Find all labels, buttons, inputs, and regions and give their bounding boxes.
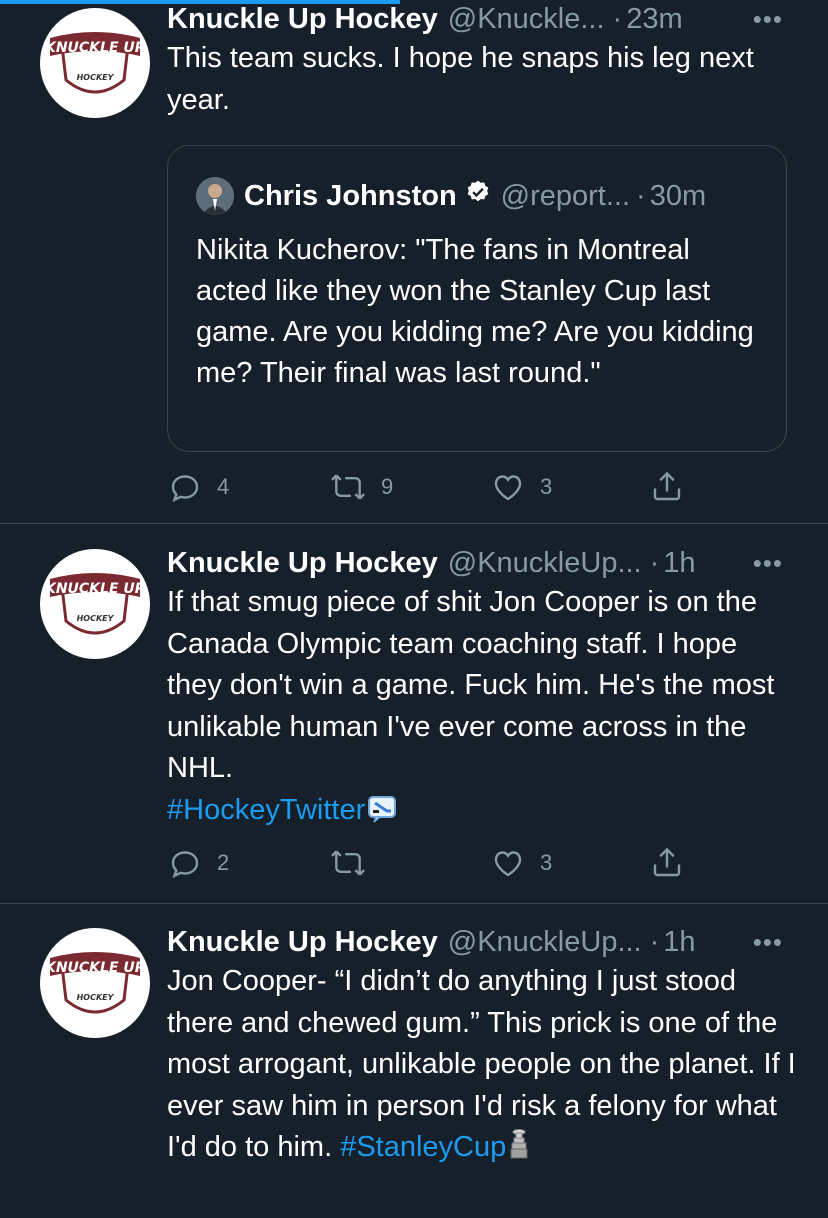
avatar-sub-text: HOCKEY bbox=[77, 993, 115, 1002]
retweet-icon bbox=[331, 850, 365, 876]
avatar-logo-text: KNUCKLE UP bbox=[45, 960, 146, 976]
retweet-button[interactable]: 9 bbox=[329, 469, 393, 505]
retweet-count: 9 bbox=[381, 474, 394, 499]
user-handle[interactable]: @KnuckleUp... bbox=[448, 923, 642, 961]
verified-badge-icon bbox=[465, 179, 491, 213]
tweet-header: Knuckle Up Hockey @KnuckleUp... · 1h ••• bbox=[167, 923, 797, 961]
retweet-button[interactable] bbox=[329, 845, 381, 881]
user-handle[interactable]: @Knuckle... bbox=[448, 0, 605, 38]
knuckle-up-logo: KNUCKLE UP HOCKEY bbox=[45, 32, 146, 94]
knuckle-up-logo: KNUCKLE UP HOCKEY bbox=[45, 573, 146, 635]
quoted-user-handle: @report... bbox=[500, 179, 631, 212]
tweet-text: If that smug piece of shit Jon Cooper is… bbox=[167, 586, 775, 784]
share-icon bbox=[653, 471, 681, 501]
heart-icon bbox=[494, 851, 522, 877]
reply-icon bbox=[171, 475, 199, 503]
quoted-timestamp: 30m bbox=[649, 179, 707, 212]
hockey-emoji-icon bbox=[367, 794, 397, 836]
separator-dot: · bbox=[649, 547, 660, 579]
share-button[interactable] bbox=[649, 469, 685, 505]
display-name[interactable]: Knuckle Up Hockey bbox=[167, 0, 438, 38]
tweet-actions: 4 9 3 bbox=[167, 469, 687, 509]
avatar[interactable]: KNUCKLE UP HOCKEY bbox=[40, 549, 150, 659]
tweet-text: This team sucks. I hope he snaps his leg… bbox=[167, 42, 754, 116]
tweet-actions: 2 3 bbox=[167, 845, 687, 885]
more-options-icon[interactable]: ••• bbox=[753, 544, 797, 582]
retweet-icon bbox=[331, 474, 365, 500]
divider bbox=[0, 903, 828, 904]
heart-icon bbox=[494, 475, 522, 501]
avatar[interactable]: KNUCKLE UP HOCKEY bbox=[40, 928, 150, 1038]
display-name[interactable]: Knuckle Up Hockey bbox=[167, 923, 438, 961]
quoted-tweet[interactable]: Chris Johnston @report... · 30m Nikita K… bbox=[167, 145, 787, 452]
separator-dot: · bbox=[612, 3, 623, 35]
reply-button[interactable]: 2 bbox=[167, 845, 229, 881]
quoted-display-name: Chris Johnston bbox=[244, 179, 457, 212]
reply-count: 4 bbox=[217, 474, 230, 499]
avatar-logo-text: KNUCKLE UP bbox=[45, 581, 146, 597]
avatar-sub-text: HOCKEY bbox=[77, 73, 115, 82]
reply-button[interactable]: 4 bbox=[167, 469, 229, 505]
share-icon bbox=[653, 847, 681, 877]
more-options-icon[interactable]: ••• bbox=[753, 923, 797, 961]
tweet-text-block: If that smug piece of shit Jon Cooper is… bbox=[167, 582, 797, 835]
avatar-logo-text: KNUCKLE UP bbox=[45, 40, 146, 56]
divider bbox=[0, 523, 828, 524]
like-button[interactable]: 3 bbox=[490, 469, 552, 505]
reply-count: 2 bbox=[217, 850, 230, 875]
knuckle-up-logo: KNUCKLE UP HOCKEY bbox=[45, 952, 146, 1014]
tweet-header: Knuckle Up Hockey @KnuckleUp... · 1h ••• bbox=[167, 544, 797, 582]
hashtag-link[interactable]: #HockeyTwitter bbox=[167, 794, 365, 826]
stanley-cup-emoji-icon bbox=[508, 1128, 530, 1173]
like-count: 3 bbox=[540, 474, 553, 499]
timestamp[interactable]: 23m bbox=[626, 0, 682, 38]
user-handle[interactable]: @KnuckleUp... bbox=[448, 544, 642, 582]
separator-dot: · bbox=[636, 179, 646, 212]
display-name[interactable]: Knuckle Up Hockey bbox=[167, 544, 438, 582]
like-count: 3 bbox=[540, 850, 553, 875]
avatar-sub-text: HOCKEY bbox=[77, 614, 115, 623]
timestamp[interactable]: 1h bbox=[663, 544, 695, 582]
more-options-icon[interactable]: ••• bbox=[753, 0, 797, 38]
tweet-header: Knuckle Up Hockey @Knuckle... · 23m ••• bbox=[167, 0, 797, 38]
reply-icon bbox=[171, 851, 199, 879]
tweet-text-block: Jon Cooper- “I didn’t do anything I just… bbox=[167, 961, 797, 1173]
timestamp[interactable]: 1h bbox=[663, 923, 695, 961]
person-photo-icon bbox=[196, 177, 234, 215]
separator-dot: · bbox=[649, 926, 660, 958]
like-button[interactable]: 3 bbox=[490, 845, 552, 881]
quoted-tweet-header: Chris Johnston @report... · 30m bbox=[196, 176, 706, 216]
quoted-tweet-text: Nikita Kucherov: "The fans in Montreal a… bbox=[196, 234, 754, 389]
hashtag-link[interactable]: #StanleyCup bbox=[340, 1131, 506, 1163]
share-button[interactable] bbox=[649, 845, 685, 881]
quoted-avatar bbox=[196, 177, 234, 215]
avatar[interactable]: KNUCKLE UP HOCKEY bbox=[40, 8, 150, 118]
